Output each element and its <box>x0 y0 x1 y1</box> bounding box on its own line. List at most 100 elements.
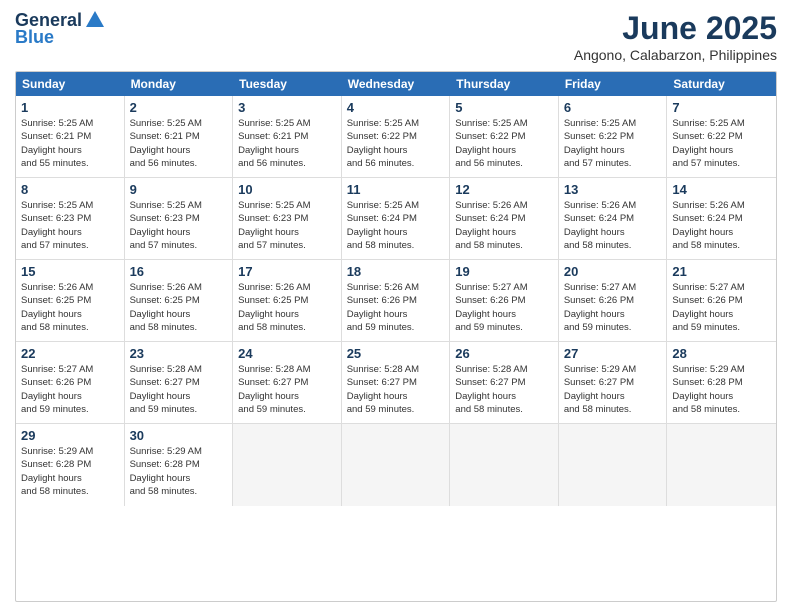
day-8: 8 Sunrise: 5:25 AMSunset: 6:23 PMDaylight… <box>16 178 125 259</box>
day-26: 26 Sunrise: 5:28 AMSunset: 6:27 PMDayligh… <box>450 342 559 423</box>
day-number: 14 <box>672 182 771 197</box>
day-info: Sunrise: 5:27 AMSunset: 6:26 PMDaylight … <box>564 281 662 334</box>
day-3: 3 Sunrise: 5:25 AMSunset: 6:21 PMDaylight… <box>233 96 342 177</box>
day-number: 4 <box>347 100 445 115</box>
day-info: Sunrise: 5:25 AMSunset: 6:23 PMDaylight … <box>21 199 119 252</box>
day-5: 5Sunrise: 5:25 AMSunset: 6:22 PMDaylight… <box>450 96 559 177</box>
week-3: 15 Sunrise: 5:26 AMSunset: 6:25 PMDayligh… <box>16 260 776 342</box>
day-2: 2Sunrise: 5:25 AMSunset: 6:21 PMDaylight… <box>125 96 234 177</box>
day-info: Sunrise: 5:27 AMSunset: 6:26 PMDaylight … <box>455 281 553 334</box>
day-22: 22Sunrise: 5:27 AMSunset: 6:26 PMDayligh… <box>16 342 125 423</box>
empty-cell <box>667 424 776 506</box>
day-number: 29 <box>21 428 119 443</box>
day-info: Sunrise: 5:26 AMSunset: 6:24 PMDaylight … <box>455 199 553 252</box>
day-number: 17 <box>238 264 336 279</box>
day-7: 7 Sunrise: 5:25 AMSunset: 6:22 PMDaylight… <box>667 96 776 177</box>
day-number: 16 <box>130 264 228 279</box>
day-info: Sunrise: 5:25 AMSunset: 6:22 PMDaylight … <box>455 117 553 170</box>
day-18: 18Sunrise: 5:26 AMSunset: 6:26 PMDayligh… <box>342 260 451 341</box>
day-info: Sunrise: 5:27 AMSunset: 6:26 PMDaylight … <box>21 363 119 416</box>
day-21: 21Sunrise: 5:27 AMSunset: 6:26 PMDayligh… <box>667 260 776 341</box>
empty-cell <box>450 424 559 506</box>
day-number: 6 <box>564 100 662 115</box>
calendar-header: Sunday Monday Tuesday Wednesday Thursday… <box>16 72 776 96</box>
day-13: 13Sunrise: 5:26 AMSunset: 6:24 PMDayligh… <box>559 178 668 259</box>
day-info: Sunrise: 5:26 AMSunset: 6:25 PMDaylight … <box>238 281 336 334</box>
day-number: 3 <box>238 100 336 115</box>
day-number: 9 <box>130 182 228 197</box>
day-info: Sunrise: 5:25 AMSunset: 6:23 PMDaylight … <box>130 199 228 252</box>
day-24: 24 Sunrise: 5:28 AMSunset: 6:27 PMDayligh… <box>233 342 342 423</box>
subtitle: Angono, Calabarzon, Philippines <box>574 47 777 63</box>
day-4: 4 Sunrise: 5:25 AMSunset: 6:22 PMDaylight… <box>342 96 451 177</box>
empty-cell <box>559 424 668 506</box>
day-number: 10 <box>238 182 336 197</box>
day-number: 20 <box>564 264 662 279</box>
logo: General Blue <box>15 10 106 48</box>
day-number: 24 <box>238 346 336 361</box>
header-wednesday: Wednesday <box>342 72 451 96</box>
day-number: 23 <box>130 346 228 361</box>
header-tuesday: Tuesday <box>233 72 342 96</box>
empty-cell <box>233 424 342 506</box>
day-27: 27 Sunrise: 5:29 AMSunset: 6:27 PMDayligh… <box>559 342 668 423</box>
day-info: Sunrise: 5:28 AMSunset: 6:27 PMDaylight … <box>455 363 553 416</box>
day-info: Sunrise: 5:25 AMSunset: 6:21 PMDaylight … <box>130 117 228 170</box>
day-number: 26 <box>455 346 553 361</box>
header-thursday: Thursday <box>450 72 559 96</box>
calendar: Sunday Monday Tuesday Wednesday Thursday… <box>15 71 777 602</box>
day-25: 25 Sunrise: 5:28 AMSunset: 6:27 PMDayligh… <box>342 342 451 423</box>
day-10: 10 Sunrise: 5:25 AMSunset: 6:23 PMDayligh… <box>233 178 342 259</box>
day-number: 25 <box>347 346 445 361</box>
day-number: 1 <box>21 100 119 115</box>
day-info: Sunrise: 5:29 AMSunset: 6:28 PMDaylight … <box>21 445 119 498</box>
day-info: Sunrise: 5:28 AMSunset: 6:27 PMDaylight … <box>347 363 445 416</box>
day-9: 9 Sunrise: 5:25 AMSunset: 6:23 PMDaylight… <box>125 178 234 259</box>
day-23: 23Sunrise: 5:28 AMSunset: 6:27 PMDayligh… <box>125 342 234 423</box>
day-info: Sunrise: 5:25 AMSunset: 6:21 PMDaylight … <box>238 117 336 170</box>
logo-blue-text: Blue <box>15 27 54 48</box>
day-19: 19Sunrise: 5:27 AMSunset: 6:26 PMDayligh… <box>450 260 559 341</box>
day-info: Sunrise: 5:29 AMSunset: 6:28 PMDaylight … <box>672 363 771 416</box>
day-info: Sunrise: 5:25 AMSunset: 6:21 PMDaylight … <box>21 117 119 170</box>
day-number: 15 <box>21 264 119 279</box>
page: General Blue June 2025 Angono, Calabarzo… <box>0 0 792 612</box>
day-number: 18 <box>347 264 445 279</box>
day-30: 30Sunrise: 5:29 AMSunset: 6:28 PMDayligh… <box>125 424 234 506</box>
logo-icon <box>84 9 106 31</box>
day-29: 29 Sunrise: 5:29 AMSunset: 6:28 PMDayligh… <box>16 424 125 506</box>
day-number: 12 <box>455 182 553 197</box>
day-info: Sunrise: 5:25 AMSunset: 6:23 PMDaylight … <box>238 199 336 252</box>
week-4: 22Sunrise: 5:27 AMSunset: 6:26 PMDayligh… <box>16 342 776 424</box>
day-number: 27 <box>564 346 662 361</box>
day-14: 14Sunrise: 5:26 AMSunset: 6:24 PMDayligh… <box>667 178 776 259</box>
header-saturday: Saturday <box>667 72 776 96</box>
day-28: 28 Sunrise: 5:29 AMSunset: 6:28 PMDayligh… <box>667 342 776 423</box>
day-12: 12 Sunrise: 5:26 AMSunset: 6:24 PMDayligh… <box>450 178 559 259</box>
header: General Blue June 2025 Angono, Calabarzo… <box>15 10 777 63</box>
header-friday: Friday <box>559 72 668 96</box>
day-info: Sunrise: 5:28 AMSunset: 6:27 PMDaylight … <box>238 363 336 416</box>
day-info: Sunrise: 5:29 AMSunset: 6:28 PMDaylight … <box>130 445 228 498</box>
day-16: 16 Sunrise: 5:26 AMSunset: 6:25 PMDayligh… <box>125 260 234 341</box>
header-monday: Monday <box>125 72 234 96</box>
header-sunday: Sunday <box>16 72 125 96</box>
day-number: 28 <box>672 346 771 361</box>
day-6: 6Sunrise: 5:25 AMSunset: 6:22 PMDaylight… <box>559 96 668 177</box>
day-info: Sunrise: 5:25 AMSunset: 6:22 PMDaylight … <box>347 117 445 170</box>
day-11: 11Sunrise: 5:25 AMSunset: 6:24 PMDayligh… <box>342 178 451 259</box>
day-info: Sunrise: 5:25 AMSunset: 6:24 PMDaylight … <box>347 199 445 252</box>
day-20: 20 Sunrise: 5:27 AMSunset: 6:26 PMDayligh… <box>559 260 668 341</box>
day-info: Sunrise: 5:26 AMSunset: 6:25 PMDaylight … <box>130 281 228 334</box>
empty-cell <box>342 424 451 506</box>
day-1: 1 Sunrise: 5:25 AMSunset: 6:21 PMDaylight… <box>16 96 125 177</box>
week-1: 1 Sunrise: 5:25 AMSunset: 6:21 PMDaylight… <box>16 96 776 178</box>
day-info: Sunrise: 5:25 AMSunset: 6:22 PMDaylight … <box>672 117 771 170</box>
day-number: 7 <box>672 100 771 115</box>
day-info: Sunrise: 5:27 AMSunset: 6:26 PMDaylight … <box>672 281 771 334</box>
day-number: 8 <box>21 182 119 197</box>
day-info: Sunrise: 5:29 AMSunset: 6:27 PMDaylight … <box>564 363 662 416</box>
day-info: Sunrise: 5:26 AMSunset: 6:25 PMDaylight … <box>21 281 119 334</box>
main-title: June 2025 <box>574 10 777 47</box>
day-17: 17 Sunrise: 5:26 AMSunset: 6:25 PMDayligh… <box>233 260 342 341</box>
